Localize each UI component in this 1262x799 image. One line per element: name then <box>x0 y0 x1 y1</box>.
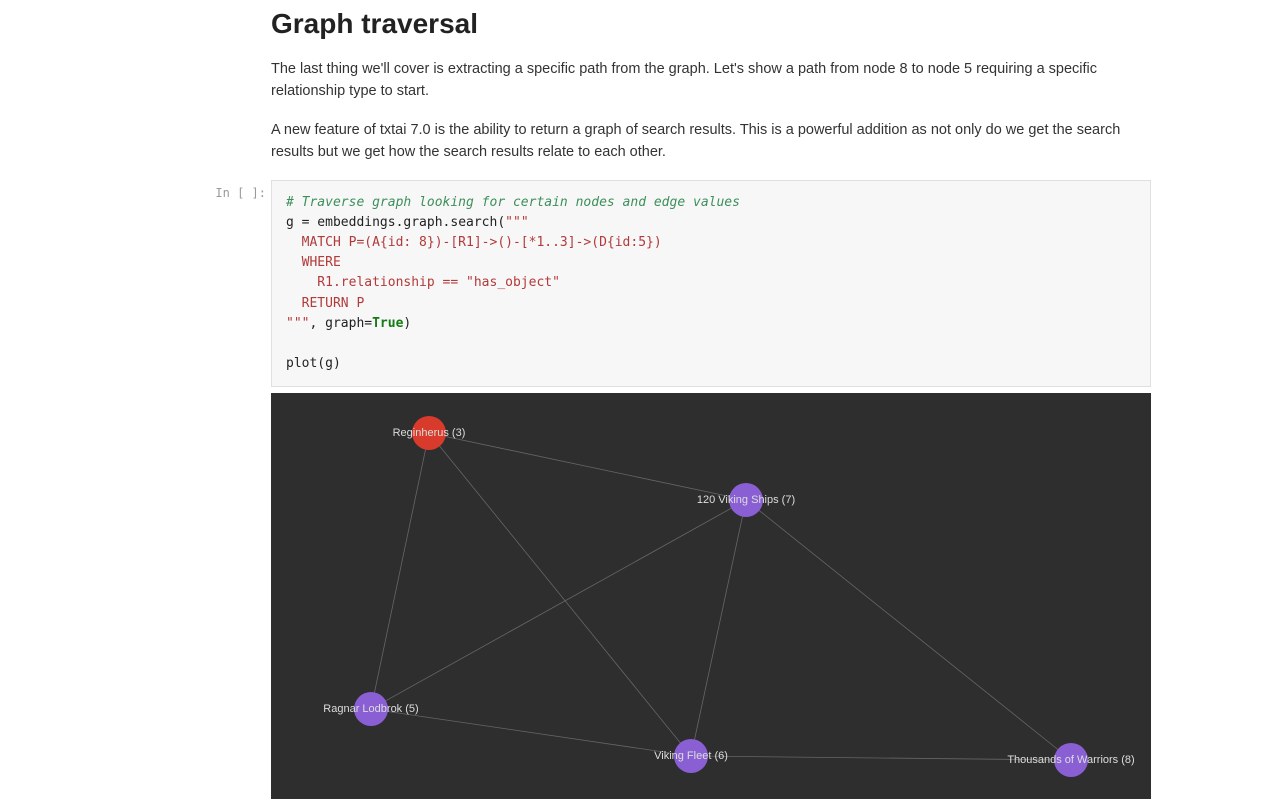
code-comment: # Traverse graph looking for certain nod… <box>286 195 740 210</box>
code-string: """ <box>505 215 528 230</box>
code-text: graph <box>403 215 442 230</box>
graph-edge <box>371 433 429 709</box>
graph-edge <box>429 433 691 756</box>
code-string: MATCH P=(A{id: 8})-[R1]->()-[*1..3]->(D{… <box>286 235 662 250</box>
graph-edge <box>371 709 691 756</box>
graph-node-label: Ragnar Lodbrok (5) <box>323 703 418 715</box>
code-text: search( <box>450 215 505 230</box>
graph-edge <box>746 500 1071 760</box>
code-block[interactable]: # Traverse graph looking for certain nod… <box>271 180 1151 387</box>
intro-paragraph-2: A new feature of txtai 7.0 is the abilit… <box>271 119 1151 164</box>
input-prompt: In [ ]: <box>211 186 266 200</box>
graph-edge <box>371 500 746 709</box>
page-title: Graph traversal <box>271 8 1151 40</box>
code-text: ) <box>403 316 411 331</box>
code-string: WHERE <box>286 255 341 270</box>
graph-output: Reginherus (3) 120 Viking Ships (7) Ragnar… <box>271 393 1151 799</box>
code-string: """ <box>286 316 309 331</box>
graph-svg: Reginherus (3) 120 Viking Ships (7) Ragnar… <box>271 393 1149 799</box>
code-cell[interactable]: In [ ]: # Traverse graph looking for cer… <box>271 180 1151 387</box>
code-text: plot(g) <box>286 356 341 371</box>
code-text: , graph <box>309 316 364 331</box>
graph-node-label: Reginherus (3) <box>393 427 466 439</box>
code-keyword: True <box>372 316 403 331</box>
code-text: = <box>364 316 372 331</box>
graph-node-label: 120 Viking Ships (7) <box>697 494 795 506</box>
code-string: R1.relationship == "has_object" <box>286 275 560 290</box>
graph-edge <box>429 433 746 500</box>
graph-node-label: Thousands of Warriors (8) <box>1007 754 1134 766</box>
code-text: embeddings <box>309 215 395 230</box>
code-string: RETURN P <box>286 296 364 311</box>
graph-edge <box>691 500 746 756</box>
intro-paragraph-1: The last thing we'll cover is extracting… <box>271 58 1151 103</box>
graph-node-label: Viking Fleet (6) <box>654 750 728 762</box>
code-text: g <box>286 215 302 230</box>
